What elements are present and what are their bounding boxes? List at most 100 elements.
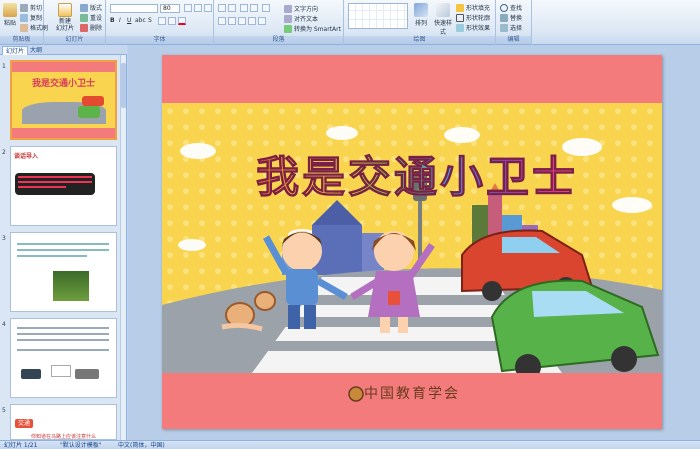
- font-color-button[interactable]: [178, 17, 186, 25]
- theme-name: "默认设计模板": [60, 442, 102, 449]
- layout-icon: [80, 3, 88, 12]
- scissors-icon: [20, 3, 28, 12]
- align-right-button[interactable]: [238, 17, 246, 25]
- clipboard-group: 粘贴 剪切 复制 格式刷 剪贴板: [0, 0, 48, 45]
- font-name-combo[interactable]: [110, 4, 158, 13]
- clipboard-label: 剪贴板: [0, 36, 43, 44]
- font-label: 字体: [106, 36, 213, 44]
- shrink-font-button[interactable]: [194, 4, 202, 12]
- tab-slides[interactable]: 幻灯片: [2, 46, 29, 55]
- new-slide-button[interactable]: 新建 幻灯片: [54, 3, 76, 32]
- copy-button[interactable]: 复制: [20, 13, 42, 22]
- pane-tabs: 幻灯片 大纲: [0, 45, 127, 55]
- paste-button[interactable]: 粘贴: [3, 3, 17, 27]
- text-direction-button[interactable]: 文字方向: [284, 4, 318, 13]
- slide-thumbnail-5[interactable]: 交通 你知道在马路上应该注意什么: [10, 404, 117, 440]
- slide-title[interactable]: 我是交通小卫士: [222, 143, 612, 205]
- new-slide-icon: [58, 3, 72, 17]
- underline-button[interactable]: U: [127, 17, 131, 24]
- slide-editor: 我是交通小卫士 中国教育学会: [128, 45, 700, 440]
- quick-styles-button[interactable]: 快速样式: [432, 3, 454, 36]
- editing-group: 查找 替换 选择 编辑: [496, 0, 532, 45]
- slide-thumbnail-4[interactable]: [10, 318, 117, 398]
- cursor-icon: [500, 23, 508, 32]
- clear-format-button[interactable]: [204, 4, 212, 12]
- replace-icon: [500, 13, 508, 22]
- reset-button[interactable]: 重设: [80, 13, 102, 22]
- slide-thumbnail-1[interactable]: 我是交通小卫士: [10, 60, 117, 140]
- speech-bubble: [15, 173, 95, 195]
- pane-scrollbar[interactable]: [120, 55, 126, 440]
- align-text-button[interactable]: 对齐文本: [284, 14, 318, 23]
- bold-button[interactable]: B: [110, 17, 115, 24]
- decrease-indent-button[interactable]: [240, 4, 248, 12]
- slide-number: 1: [2, 63, 6, 70]
- line-spacing-button[interactable]: [262, 4, 270, 12]
- arrange-button[interactable]: 排列: [412, 3, 430, 27]
- change-case-button[interactable]: [168, 17, 176, 25]
- delete-icon: [80, 23, 88, 32]
- replace-button[interactable]: 替换: [500, 13, 522, 22]
- columns-button[interactable]: [258, 17, 266, 25]
- slide-number: 5: [2, 407, 6, 414]
- slide-thumbnail-2[interactable]: 谈话导入: [10, 146, 117, 226]
- slides-pane: 幻灯片 大纲 1 我是交通小卫士 2 谈话导入 3 4 5 交通 你知道在马路上…: [0, 45, 127, 440]
- arrange-icon: [414, 3, 428, 17]
- align-text-icon: [284, 14, 292, 23]
- shape-effects-button[interactable]: 形状效果: [456, 23, 490, 32]
- thumb-title: 我是交通小卫士: [31, 79, 95, 89]
- slides-label: 幻灯片: [44, 36, 105, 44]
- slide-illustration: [162, 103, 662, 429]
- smartart-icon: [284, 24, 292, 33]
- outline-icon: [456, 13, 464, 22]
- increase-indent-button[interactable]: [250, 4, 258, 12]
- align-center-button[interactable]: [228, 17, 236, 25]
- select-button[interactable]: 选择: [500, 23, 522, 32]
- footer-logo-text: 中国教育学会: [364, 386, 460, 402]
- ribbon: 粘贴 剪切 复制 格式刷 剪贴板 新建 幻灯片 版式 重设 删除 幻灯片 80 …: [0, 0, 700, 45]
- slide-number: 4: [2, 321, 6, 328]
- find-button[interactable]: 查找: [500, 3, 522, 12]
- copy-icon: [20, 13, 28, 22]
- editing-label: 编辑: [496, 36, 531, 44]
- delete-button[interactable]: 删除: [80, 23, 102, 32]
- drawing-label: 绘图: [344, 36, 495, 44]
- char-spacing-button[interactable]: [158, 17, 166, 25]
- cut-button[interactable]: 剪切: [20, 3, 42, 12]
- tab-outline[interactable]: 大纲: [27, 46, 45, 55]
- shadow-button[interactable]: S: [148, 17, 152, 24]
- slide-number: 3: [2, 235, 6, 242]
- paste-icon: [3, 3, 17, 17]
- slide-count: 幻灯片 1/21: [4, 442, 38, 449]
- slide-number: 2: [2, 149, 6, 156]
- text-direction-icon: [284, 4, 292, 13]
- reset-icon: [80, 13, 88, 22]
- italic-button[interactable]: I: [119, 17, 121, 24]
- paragraph-label: 段落: [214, 36, 343, 44]
- drawing-group: 排列 快速样式 形状填充 形状轮廓 形状效果 绘图: [344, 0, 496, 45]
- brush-icon: [20, 23, 28, 32]
- effects-icon: [456, 23, 464, 32]
- layout-button[interactable]: 版式: [80, 3, 102, 12]
- thumb-picture: [53, 271, 89, 301]
- font-group: 80 B I U abc S 字体: [106, 0, 214, 45]
- slide-thumbnail-3[interactable]: [10, 232, 117, 312]
- numbering-button[interactable]: [228, 4, 236, 12]
- quick-styles-icon: [436, 3, 450, 17]
- smartart-button[interactable]: 转换为 SmartArt: [284, 24, 341, 33]
- shapes-gallery[interactable]: [348, 3, 408, 29]
- paragraph-group: 文字方向 对齐文本 转换为 SmartArt 段落: [214, 0, 344, 45]
- shape-outline-button[interactable]: 形状轮廓: [456, 13, 490, 22]
- strikethrough-button[interactable]: abc: [135, 17, 146, 24]
- slides-group: 新建 幻灯片 版式 重设 删除 幻灯片: [44, 0, 106, 45]
- slide-canvas[interactable]: 我是交通小卫士 中国教育学会: [162, 55, 662, 429]
- bullets-button[interactable]: [218, 4, 226, 12]
- language[interactable]: 中文(简体，中国): [118, 441, 165, 449]
- scrollbar-thumb[interactable]: [121, 63, 126, 108]
- grow-font-button[interactable]: [184, 4, 192, 12]
- font-size-combo[interactable]: 80: [160, 4, 180, 13]
- fill-icon: [456, 3, 464, 12]
- align-left-button[interactable]: [218, 17, 226, 25]
- justify-button[interactable]: [248, 17, 256, 25]
- shape-fill-button[interactable]: 形状填充: [456, 3, 490, 12]
